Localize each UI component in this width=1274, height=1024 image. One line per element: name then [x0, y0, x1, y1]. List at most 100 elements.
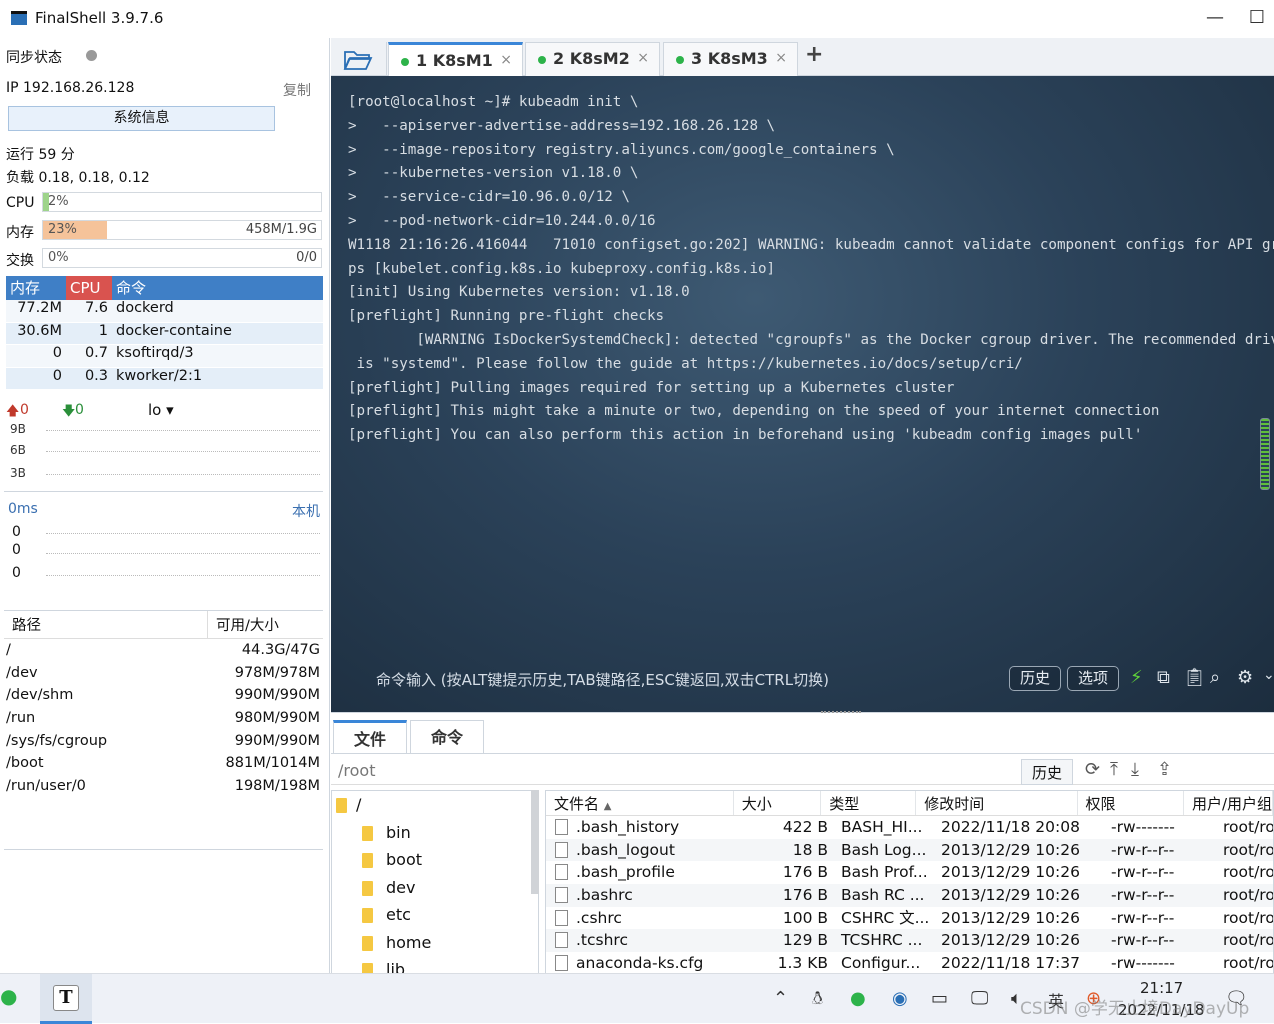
title-bar: FinalShell 3.9.7.6 — ☐	[0, 0, 1274, 38]
col-mtime[interactable]: 修改时间	[916, 791, 1078, 815]
upload-icon[interactable]: ⇪	[1157, 759, 1172, 780]
net-interface-value: lo	[148, 401, 162, 419]
load-average: 负载 0.18, 0.18, 0.12	[6, 170, 150, 186]
session-tab[interactable]: 3 K8sM3 ×	[663, 42, 798, 76]
chevron-down-icon[interactable]: ⌄	[1263, 667, 1274, 683]
file-type: Configur...	[841, 954, 921, 973]
file-list-header: 文件名 ▲ 大小 类型 修改时间 权限 用户/用户组	[546, 791, 1273, 816]
close-icon[interactable]: ×	[775, 50, 787, 66]
copy-icon[interactable]: ⧉	[1157, 667, 1170, 688]
col-path[interactable]: 路径	[4, 611, 208, 638]
close-icon[interactable]: ×	[500, 52, 512, 68]
path-input[interactable]: /root	[338, 761, 375, 780]
file-icon	[555, 955, 568, 972]
process-command: docker-containe	[116, 322, 232, 339]
disk-path: /boot	[6, 755, 44, 772]
file-row[interactable]: .bashrc 176 B Bash RC ... 2013/12/29 10:26 -…	[546, 884, 1273, 907]
file-row[interactable]: .bash_logout 18 B Bash Log... 2013/12/29 10…	[546, 838, 1273, 862]
tab-files[interactable]: 文件	[333, 720, 407, 754]
server-status-panel: 同步状态 IP 192.168.26.128 复制 系统信息 运行 59 分 负…	[0, 38, 330, 973]
net-interface-select[interactable]: lo ▾	[148, 401, 174, 419]
file-row[interactable]: .tcshrc 129 B TCSHRC ... 2013/12/29 10:26 -r…	[546, 929, 1273, 953]
col-filename[interactable]: 文件名 ▲	[546, 791, 734, 815]
file-row[interactable]: .bash_profile 176 B Bash Prof... 2013/12/29…	[546, 861, 1273, 884]
col-permission[interactable]: 权限	[1078, 791, 1184, 815]
maximize-button[interactable]: ☐	[1240, 4, 1274, 34]
ping-latency: 0ms	[8, 501, 38, 517]
process-row[interactable]: 30.6M 1 docker-containe	[6, 322, 323, 345]
system-info-button[interactable]: 系统信息	[8, 106, 275, 131]
disk-row[interactable]: /run 980M/990M	[4, 707, 323, 730]
paste-icon[interactable]: 📋︎	[1183, 667, 1206, 688]
session-tab[interactable]: 2 K8sM2 ×	[525, 42, 660, 76]
process-row[interactable]: 0 0.7 ksoftirqd/3	[6, 345, 323, 368]
download-icon[interactable]: ⤓	[1131, 759, 1139, 780]
qq-icon[interactable]: 🐧︎	[812, 988, 823, 1011]
taskbar-app-button[interactable]: T	[40, 974, 92, 1024]
history-button[interactable]: 历史	[1009, 666, 1061, 691]
session-tab-label: 3 K8sM3	[691, 49, 768, 68]
disk-size: 990M/990M	[234, 732, 320, 749]
ping-host[interactable]: 本机	[292, 501, 320, 521]
chevron-down-icon: ▾	[166, 401, 174, 419]
search-icon[interactable]: ⌕	[1210, 667, 1220, 688]
parent-dir-icon[interactable]: ⤒	[1110, 759, 1118, 780]
file-row[interactable]: .cshrc 100 B CSHRC 文... 2013/12/29 10:26 -rw…	[546, 907, 1273, 930]
col-cpu[interactable]: CPU	[66, 276, 112, 300]
resize-handle[interactable]	[821, 711, 861, 713]
disk-row[interactable]: /dev 978M/978M	[4, 662, 323, 685]
disk-row[interactable]: /dev/shm 990M/990M	[4, 684, 323, 707]
path-history-button[interactable]: 历史	[1021, 759, 1073, 785]
terminal[interactable]: [root@localhost ~]# kubeadm init \ > --ap…	[331, 76, 1274, 712]
add-tab-button[interactable]: +	[805, 42, 823, 67]
disk-row[interactable]: /run/user/0 198M/198M	[4, 775, 323, 798]
minimize-button[interactable]: —	[1195, 4, 1235, 34]
process-row[interactable]: 77.2M 7.6 dockerd	[6, 300, 323, 323]
process-row[interactable]: 0 0.3 kworker/2:1	[6, 367, 323, 390]
disk-row[interactable]: /sys/fs/cgroup 990M/990M	[4, 730, 323, 753]
disk-row[interactable]: /boot 881M/1014M	[4, 752, 323, 775]
col-command[interactable]: 命令	[112, 276, 323, 300]
command-input-placeholder[interactable]: 命令输入 (按ALT键提示历史,TAB键路径,ESC键返回,双击CTRL切换)	[376, 669, 829, 690]
col-owner[interactable]: 用户/用户组	[1184, 791, 1273, 815]
close-icon[interactable]: ×	[637, 50, 649, 66]
file-owner: root/root	[1223, 908, 1273, 927]
terminal-scrollbar[interactable]	[1260, 418, 1270, 490]
col-size[interactable]: 大小	[734, 791, 822, 815]
file-name-cell: .cshrc	[546, 907, 744, 930]
network-icon[interactable]: 🖵︎	[971, 988, 988, 1009]
chevron-up-icon[interactable]: ⌃	[773, 988, 788, 1009]
session-tab[interactable]: 1 K8sM1 ×	[388, 42, 523, 76]
folder-open-icon	[343, 51, 373, 70]
process-table: 内存 CPU 命令 77.2M 7.6 dockerd 30.6M 1 docker-co…	[6, 276, 323, 390]
file-name-cell: .bash_history	[546, 816, 744, 839]
wechat-icon[interactable]: ●	[0, 984, 17, 1008]
gear-icon[interactable]: ⚙	[1237, 667, 1253, 688]
tree-scrollbar[interactable]	[531, 790, 539, 894]
disk-row[interactable]: / 44.3G/47G	[4, 639, 323, 662]
file-name: .bashrc	[576, 886, 633, 905]
tab-commands[interactable]: 命令	[410, 720, 484, 754]
folder-icon	[362, 853, 373, 868]
lightning-icon[interactable]: ⚡	[1130, 667, 1143, 688]
open-folder-button[interactable]	[331, 42, 387, 76]
col-mem[interactable]: 内存	[6, 276, 66, 300]
options-button[interactable]: 选项	[1067, 666, 1119, 691]
bottom-tab-bar: 文件 命令	[331, 718, 1274, 754]
browser-icon[interactable]: ◉	[892, 988, 908, 1009]
file-row[interactable]: .bash_history 422 B BASH_HI... 2022/11/18 2…	[546, 816, 1273, 839]
file-size: 176 B	[782, 863, 828, 882]
command-input-bar[interactable]: 命令输入 (按ALT键提示历史,TAB键路径,ESC键返回,双击CTRL切换) …	[331, 662, 1274, 694]
col-available-size[interactable]: 可用/大小	[208, 611, 323, 638]
file-row[interactable]: anaconda-ks.cfg 1.3 KB Configur... 2022/11/…	[546, 952, 1273, 973]
copy-ip-button[interactable]: 复制	[283, 80, 311, 100]
file-owner: root/root	[1223, 863, 1273, 882]
refresh-icon[interactable]: ⟳	[1085, 759, 1100, 780]
process-command: ksoftirqd/3	[116, 345, 194, 361]
grid-line	[46, 553, 320, 554]
col-type[interactable]: 类型	[821, 791, 917, 815]
terminal-line: > --image-repository registry.aliyuncs.c…	[348, 141, 895, 158]
battery-icon[interactable]: ▭	[931, 988, 948, 1009]
wechat-tray-icon[interactable]: ●	[850, 988, 866, 1009]
file-name-cell: .bashrc	[546, 884, 744, 907]
